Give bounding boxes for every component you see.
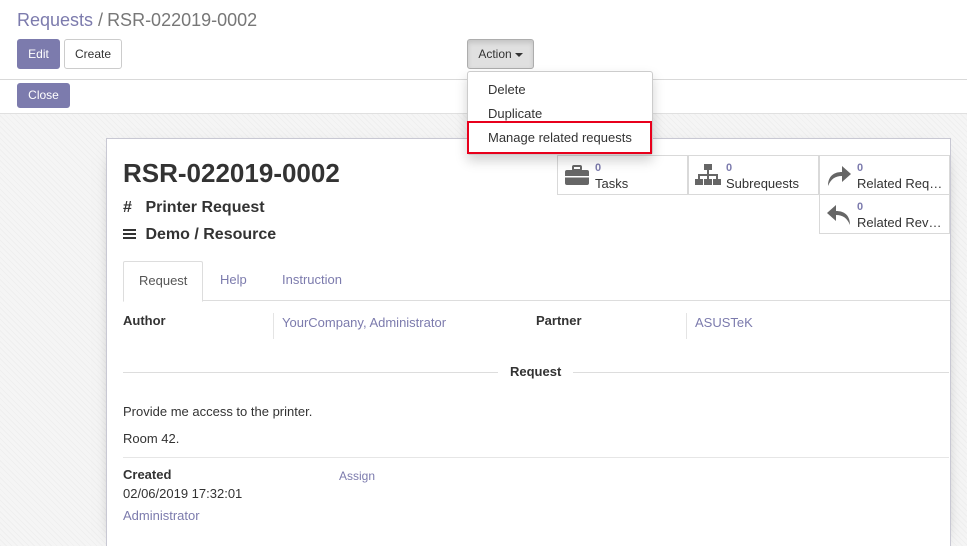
control-panel: Requests / RSR-022019-0002 Edit Create Act… <box>0 0 967 80</box>
tasks-label: Tasks <box>595 176 629 191</box>
subrequests-smart-button[interactable]: 0 Subrequests <box>688 155 819 195</box>
reply-icon <box>826 201 852 227</box>
partner-label: Partner <box>536 313 582 328</box>
sitemap-icon <box>695 162 721 188</box>
related-requests-count: 0 <box>857 162 864 174</box>
request-text-line: Room 42. <box>123 431 180 446</box>
created-label: Created <box>123 467 172 482</box>
breadcrumb: Requests / RSR-022019-0002 <box>17 10 257 31</box>
related-reverse-smart-button[interactable]: 0 Related Rev… <box>819 194 950 234</box>
record-title: RSR-022019-0002 <box>123 158 340 188</box>
request-category: Demo / Resource <box>123 226 276 244</box>
created-value: 02/06/2019 17:32:01 <box>123 486 243 501</box>
request-category-label[interactable]: Demo / Resource <box>145 226 276 243</box>
assign-link[interactable]: Assign <box>339 469 375 483</box>
breadcrumb-requests-link[interactable]: Requests <box>17 10 93 30</box>
close-button[interactable]: Close <box>17 83 70 108</box>
breadcrumb-current: RSR-022019-0002 <box>107 10 258 30</box>
request-section-title: Request <box>498 364 574 379</box>
action-button-label: Action <box>478 47 512 61</box>
form-sheet: RSR-022019-0002 # Printer Request Demo /… <box>106 138 951 546</box>
request-type: # Printer Request <box>123 199 265 217</box>
action-dropdown-button[interactable]: Action <box>467 39 534 69</box>
divider <box>123 457 949 458</box>
tab-request[interactable]: Request <box>123 261 204 302</box>
related-requests-smart-button[interactable]: 0 Related Req… <box>819 155 950 195</box>
partner-value[interactable]: ASUSTeK <box>695 315 753 330</box>
breadcrumb-separator: / <box>98 10 104 30</box>
tasks-smart-button[interactable]: 0 Tasks <box>557 155 688 195</box>
edit-button[interactable]: Edit <box>17 39 60 69</box>
related-reverse-label: Related Rev… <box>857 215 942 230</box>
caret-down-icon <box>514 52 523 57</box>
create-button[interactable]: Create <box>64 39 122 69</box>
created-by-link[interactable]: Administrator <box>123 508 200 523</box>
hashtag-icon: # <box>123 199 132 216</box>
share-icon <box>826 162 852 188</box>
smart-buttons: 0 Tasks 0 Subrequests 0 Related Req… 0 R… <box>557 155 951 235</box>
tasks-count: 0 <box>595 162 602 174</box>
request-type-label[interactable]: Printer Request <box>145 199 264 216</box>
field-divider <box>686 313 687 339</box>
field-divider <box>273 313 274 339</box>
subrequests-label: Subrequests <box>726 176 799 191</box>
tab-help[interactable]: Help <box>205 261 262 301</box>
related-requests-label: Related Req… <box>857 176 943 191</box>
briefcase-icon <box>564 162 590 188</box>
bars-icon <box>123 226 141 244</box>
notebook-tabs: Request Help Instruction <box>123 261 950 302</box>
tab-instruction[interactable]: Instruction <box>267 261 357 301</box>
menu-item-delete[interactable]: Delete <box>488 82 526 97</box>
highlight-box <box>467 121 652 154</box>
author-value[interactable]: YourCompany, Administrator <box>282 315 446 330</box>
menu-item-duplicate[interactable]: Duplicate <box>488 106 542 121</box>
author-label: Author <box>123 313 166 328</box>
related-reverse-count: 0 <box>857 201 864 213</box>
request-text-line: Provide me access to the printer. <box>123 404 313 419</box>
subrequests-count: 0 <box>726 162 733 174</box>
